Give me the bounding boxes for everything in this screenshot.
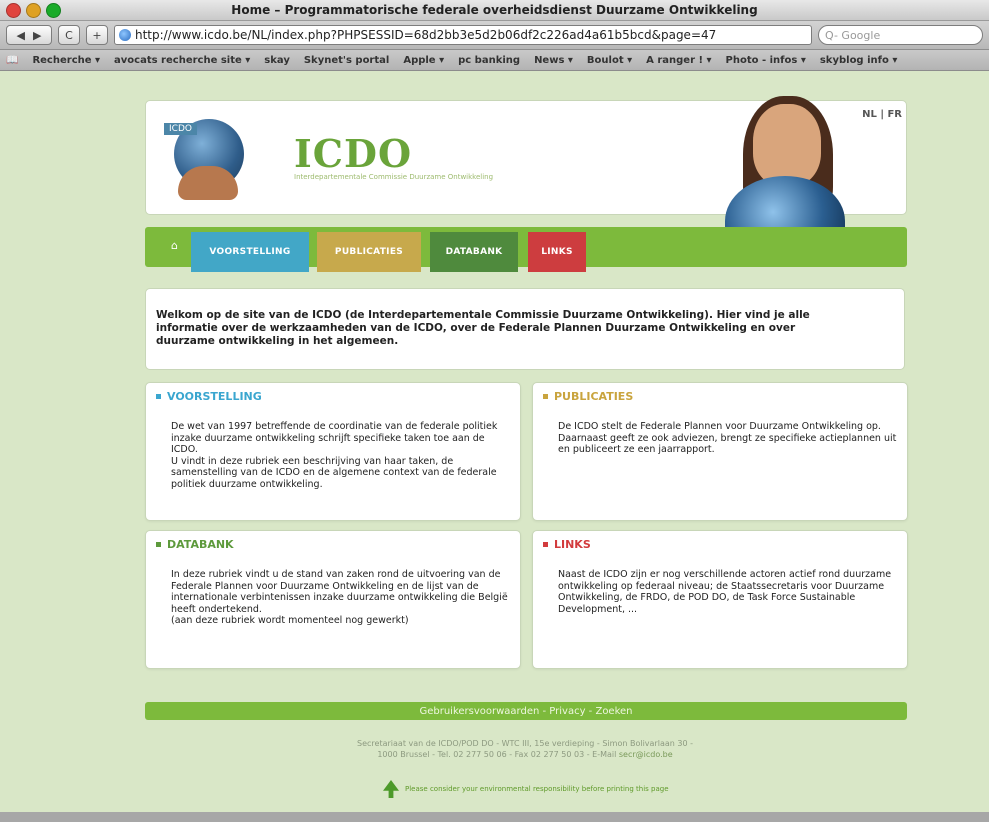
bullet-square-icon bbox=[156, 394, 161, 399]
bookmark-item[interactable]: Boulot ▾ bbox=[587, 55, 632, 66]
main-navigation: ⌂ VOORSTELLING PUBLICATIES DATABANK LINK… bbox=[145, 227, 907, 272]
browser-toolbar: ◀ ▶ C + http://www.icdo.be/NL/index.php?… bbox=[0, 21, 989, 50]
logo-tag: ICDO bbox=[164, 123, 197, 135]
eco-note-text: Please consider your environmental respo… bbox=[405, 785, 669, 793]
card-databank: DATABANK In deze rubriek vindt u de stan… bbox=[145, 530, 521, 669]
card-body: De wet van 1997 betreffende de coordinat… bbox=[171, 421, 498, 490]
site-globe-icon bbox=[119, 29, 131, 41]
bookmark-item[interactable]: pc banking bbox=[458, 55, 520, 66]
card-body: De ICDO stelt de Federale Plannen voor D… bbox=[558, 421, 897, 455]
address-line-2-text: 1000 Brussel - Tel. 02 277 50 06 - Fax 0… bbox=[377, 750, 617, 759]
bookmark-item[interactable]: skay bbox=[264, 55, 290, 66]
bookmark-item[interactable]: Recherche ▾ bbox=[32, 55, 100, 66]
search-field[interactable]: Q- Google bbox=[818, 25, 983, 45]
welcome-box: Welkom op de site van de ICDO (de Interd… bbox=[145, 288, 905, 370]
bullet-square-icon bbox=[543, 542, 548, 547]
card-publicaties: PUBLICATIES De ICDO stelt de Federale Pl… bbox=[532, 382, 908, 521]
card-body: In deze rubriek vindt u de stand van zak… bbox=[171, 569, 508, 626]
address-line-1: Secretariaat van de ICDO/POD DO - WTC II… bbox=[357, 739, 693, 748]
site-brand[interactable]: ICDO bbox=[294, 131, 412, 176]
card-title-text[interactable]: LINKS bbox=[554, 538, 591, 551]
bookmark-item[interactable]: News ▾ bbox=[534, 55, 573, 66]
url-text[interactable]: http://www.icdo.be/NL/index.php?PHPSESSI… bbox=[135, 28, 716, 42]
bullet-square-icon bbox=[156, 542, 161, 547]
nav-links[interactable]: LINKS bbox=[528, 232, 586, 272]
forward-icon[interactable]: ▶ bbox=[33, 29, 41, 42]
address-line-2: 1000 Brussel - Tel. 02 277 50 06 - Fax 0… bbox=[245, 749, 805, 760]
card-title[interactable]: VOORSTELLING bbox=[156, 390, 262, 403]
bullet-square-icon bbox=[543, 394, 548, 399]
nav-publicaties[interactable]: PUBLICATIES bbox=[317, 232, 421, 272]
card-title[interactable]: LINKS bbox=[543, 538, 591, 551]
welcome-text: Welkom op de site van de ICDO (de Interd… bbox=[156, 309, 810, 347]
bookmark-item[interactable]: Photo - infos ▾ bbox=[726, 55, 806, 66]
bookmark-item[interactable]: A ranger ! ▾ bbox=[646, 55, 711, 66]
search-placeholder[interactable]: Q- Google bbox=[825, 29, 880, 42]
reload-button[interactable]: C bbox=[58, 25, 80, 45]
logo-hands-icon bbox=[178, 166, 238, 200]
email-link[interactable]: secr@icdo.be bbox=[619, 750, 673, 759]
card-title-text[interactable]: DATABANK bbox=[167, 538, 234, 551]
card-links: LINKS Naast de ICDO zijn er nog verschil… bbox=[532, 530, 908, 669]
bookmarks-bar: 📖 Recherche ▾ avocats recherche site ▾ s… bbox=[0, 50, 989, 71]
footer-links[interactable]: Gebruikersvoorwaarden - Privacy - Zoeken bbox=[419, 706, 632, 717]
browser-window: Home – Programmatorische federale overhe… bbox=[0, 0, 989, 822]
card-title[interactable]: DATABANK bbox=[156, 538, 234, 551]
bookmark-item[interactable]: skyblog info ▾ bbox=[820, 55, 898, 66]
card-body: Naast de ICDO zijn er nog verschillende … bbox=[558, 569, 892, 615]
back-forward-buttons[interactable]: ◀ ▶ bbox=[6, 25, 52, 45]
lang-fr-link[interactable]: FR bbox=[887, 109, 902, 120]
bookmark-item[interactable]: Apple ▾ bbox=[403, 55, 444, 66]
nav-voorstelling[interactable]: VOORSTELLING bbox=[191, 232, 309, 272]
footer-address: Secretariaat van de ICDO/POD DO - WTC II… bbox=[245, 738, 805, 760]
title-bar: Home – Programmatorische federale overhe… bbox=[0, 0, 989, 21]
add-bookmark-button[interactable]: + bbox=[86, 25, 108, 45]
tree-icon bbox=[383, 780, 399, 798]
card-title[interactable]: PUBLICATIES bbox=[543, 390, 633, 403]
bookmarks-book-icon[interactable]: 📖 bbox=[6, 55, 18, 66]
bookmark-item[interactable]: avocats recherche site ▾ bbox=[114, 55, 250, 66]
window-bottom-edge bbox=[0, 812, 989, 822]
card-voorstelling: VOORSTELLING De wet van 1997 betreffende… bbox=[145, 382, 521, 521]
site-brand-subtitle: Interdepartementale Commissie Duurzame O… bbox=[294, 173, 494, 181]
eco-note: Please consider your environmental respo… bbox=[383, 780, 683, 798]
photo-face bbox=[753, 104, 821, 186]
nav-databank[interactable]: DATABANK bbox=[430, 232, 518, 272]
back-icon[interactable]: ◀ bbox=[17, 29, 25, 42]
address-bar[interactable]: http://www.icdo.be/NL/index.php?PHPSESSI… bbox=[114, 25, 812, 45]
card-title-text[interactable]: PUBLICATIES bbox=[554, 390, 633, 403]
bookmark-item[interactable]: Skynet's portal bbox=[304, 55, 389, 66]
window-title: Home – Programmatorische federale overhe… bbox=[231, 3, 758, 17]
footer-links-bar: Gebruikersvoorwaarden - Privacy - Zoeken bbox=[145, 702, 907, 720]
home-icon[interactable]: ⌂ bbox=[171, 240, 183, 252]
card-title-text[interactable]: VOORSTELLING bbox=[167, 390, 262, 403]
